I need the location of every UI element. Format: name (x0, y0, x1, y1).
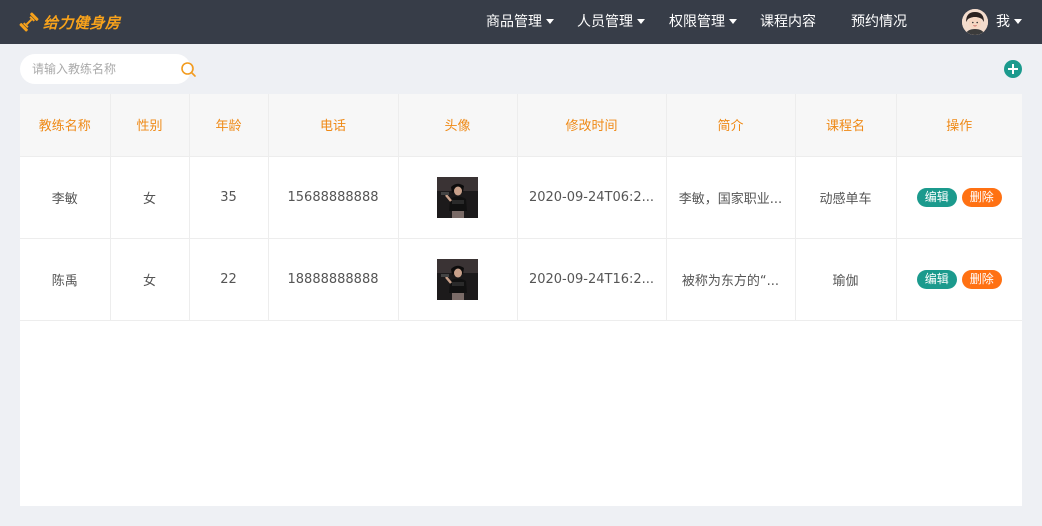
add-circle-icon[interactable] (1004, 60, 1022, 78)
nav-item-label: 课程内容 (760, 14, 816, 30)
dumbbell-logo-icon (19, 12, 39, 32)
nav-item-label: 人员管理 (577, 14, 633, 30)
coach-photo[interactable] (437, 258, 478, 300)
coach-table: 教练名称 性别 年龄 电话 头像 修改时间 简介 课程名 操作 李敏 女 35 … (20, 94, 1022, 321)
coach-photo[interactable] (437, 176, 478, 218)
cell-age: 22 (189, 237, 269, 321)
search-box (20, 54, 196, 84)
column-header-intro[interactable]: 简介 (666, 94, 796, 156)
user-menu[interactable]: 我 (996, 0, 1022, 44)
app-name: 给力健身房 (43, 13, 121, 32)
column-header-phone[interactable]: 电话 (268, 94, 399, 156)
column-header-avatar[interactable]: 头像 (398, 94, 518, 156)
table-header-row: 教练名称 性别 年龄 电话 头像 修改时间 简介 课程名 操作 (20, 94, 1022, 156)
cell-avatar (398, 237, 518, 321)
cell-intro: 被称为东方的“... (666, 237, 796, 321)
nav-item-label: 权限管理 (669, 14, 725, 30)
cell-actions: 编辑 删除 (896, 155, 1022, 238)
nav-item-staff[interactable]: 人员管理 (577, 0, 645, 44)
nav-item-label: 商品管理 (486, 14, 542, 30)
coach-search-input[interactable] (32, 60, 157, 78)
nav-item-permissions[interactable]: 权限管理 (669, 0, 737, 44)
cell-phone: 15688888888 (268, 155, 399, 238)
column-header-gender[interactable]: 性别 (110, 94, 190, 156)
caret-down-icon (637, 18, 645, 24)
cell-age: 35 (189, 155, 269, 238)
column-header-updated[interactable]: 修改时间 (517, 94, 667, 156)
cell-actions: 编辑 删除 (896, 237, 1022, 321)
nav-item-products[interactable]: 商品管理 (486, 0, 554, 44)
column-header-actions: 操作 (896, 94, 1022, 156)
nav-item-courses[interactable]: 课程内容 (760, 0, 816, 44)
search-icon[interactable] (180, 61, 197, 78)
column-header-name[interactable]: 教练名称 (20, 94, 111, 156)
table-row: 陈禹 女 22 18888888888 2020-09-24T16:2... 被… (20, 237, 1022, 321)
delete-button[interactable]: 删除 (961, 187, 1002, 207)
column-header-course[interactable]: 课程名 (795, 94, 897, 156)
top-nav-bar: 给力健身房 商品管理 人员管理 权限管理 课程内容 预约情况 我 (0, 0, 1042, 44)
app-logo[interactable]: 给力健身房 (18, 10, 121, 34)
cell-course: 瑜伽 (795, 237, 897, 321)
edit-button[interactable]: 编辑 (916, 187, 957, 207)
cell-gender: 女 (110, 237, 190, 321)
cell-updated: 2020-09-24T16:2... (517, 237, 667, 321)
delete-button[interactable]: 删除 (961, 269, 1002, 289)
cell-name: 陈禹 (20, 237, 111, 321)
user-menu-label: 我 (996, 14, 1010, 30)
cell-avatar (398, 155, 518, 238)
caret-down-icon (546, 18, 554, 24)
caret-down-icon (729, 18, 737, 24)
cell-intro: 李敏，国家职业... (666, 155, 796, 238)
user-avatar[interactable] (962, 9, 988, 35)
cell-course: 动感单车 (795, 155, 897, 238)
table-row: 李敏 女 35 15688888888 2020-09-24T06:2... 李… (20, 155, 1022, 238)
column-header-age[interactable]: 年龄 (189, 94, 269, 156)
user-avatar-image (962, 9, 988, 35)
caret-down-icon (1014, 18, 1022, 24)
nav-item-label: 预约情况 (851, 14, 907, 30)
cell-updated: 2020-09-24T06:2... (517, 155, 667, 238)
nav-item-reservations[interactable]: 预约情况 (851, 0, 907, 44)
coach-table-panel: 教练名称 性别 年龄 电话 头像 修改时间 简介 课程名 操作 李敏 女 35 … (20, 94, 1022, 506)
cell-name: 李敏 (20, 155, 111, 238)
cell-gender: 女 (110, 155, 190, 238)
edit-button[interactable]: 编辑 (916, 269, 957, 289)
cell-phone: 18888888888 (268, 237, 399, 321)
